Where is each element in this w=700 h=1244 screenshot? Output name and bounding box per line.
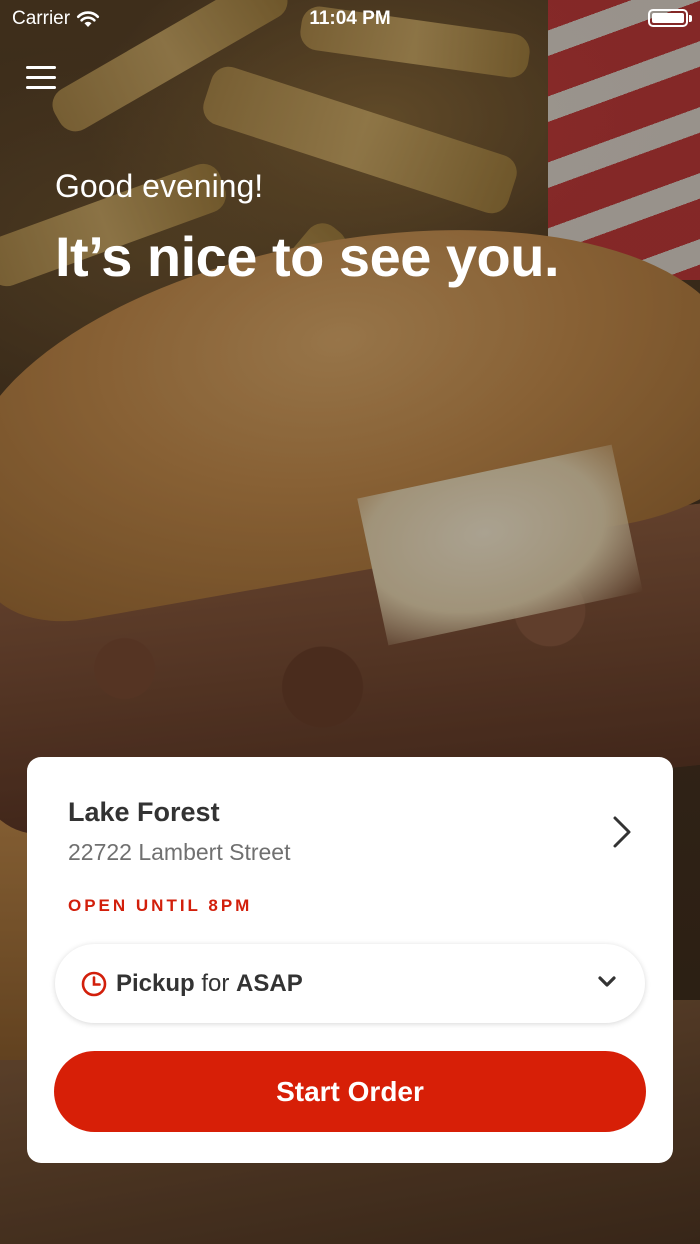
status-bar: Carrier 11:04 PM	[0, 0, 700, 38]
chevron-right-icon[interactable]	[609, 815, 635, 849]
store-name[interactable]: Lake Forest	[68, 797, 220, 828]
store-hours-status: OPEN UNTIL 8PM	[68, 896, 253, 915]
greeting-text: Good evening!	[55, 168, 264, 204]
pickup-time: ASAP	[236, 970, 303, 997]
start-order-button[interactable]: Start Order	[54, 1051, 646, 1132]
pickup-summary: Pickup for ASAP	[116, 970, 303, 998]
welcome-headline: It’s nice to see you.	[55, 225, 560, 288]
store-card: Lake Forest 22722 Lambert Street OPEN UN…	[27, 757, 673, 1163]
pickup-connector: for	[194, 970, 237, 997]
home-screen: Carrier 11:04 PM Good evening! It’s nice…	[0, 0, 700, 1244]
store-address[interactable]: 22722 Lambert Street	[68, 839, 290, 866]
battery-icon	[648, 9, 692, 27]
pickup-time-selector[interactable]: Pickup for ASAP	[55, 944, 645, 1023]
chevron-down-icon	[598, 976, 616, 987]
pickup-mode: Pickup	[116, 970, 195, 997]
hamburger-menu-icon[interactable]	[26, 66, 56, 92]
status-time: 11:04 PM	[309, 8, 391, 29]
clock-icon	[81, 971, 107, 997]
